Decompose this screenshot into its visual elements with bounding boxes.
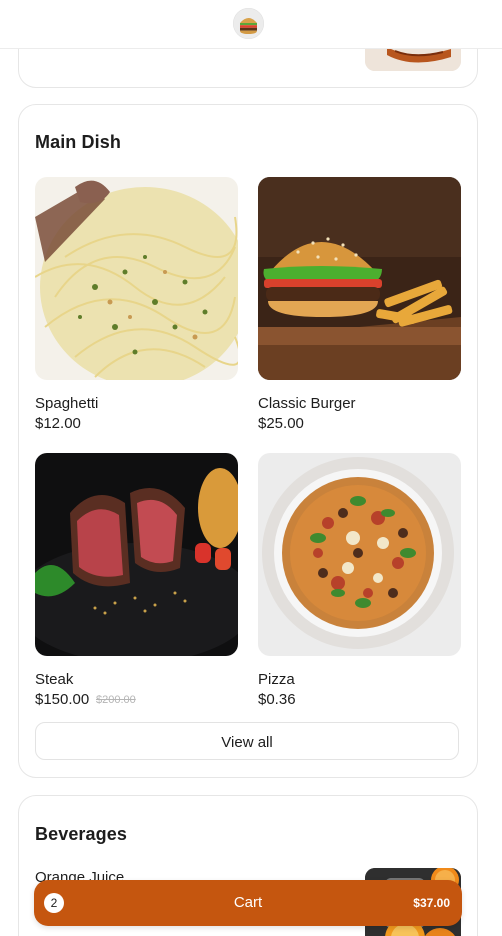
main-dish-section: Main Dish Spaghetti $12.00 Classic Burge… — [18, 104, 478, 778]
product-price: $0.36 — [258, 691, 296, 708]
section-title-beverages: Beverages — [35, 824, 127, 844]
pizza-photo[interactable] — [258, 453, 461, 656]
product-card-pizza[interactable]: Pizza $0.36 — [258, 453, 461, 708]
cart-total: $37.00 — [413, 896, 450, 910]
product-card-spaghetti[interactable]: Spaghetti $12.00 — [35, 177, 238, 432]
product-card-classic-burger[interactable]: Classic Burger $25.00 — [258, 177, 461, 432]
burger-logo-icon[interactable] — [233, 8, 264, 39]
product-name: Steak — [35, 671, 74, 688]
steak-photo[interactable] — [35, 453, 238, 656]
product-card-steak[interactable]: Steak $150.00 $200.00 — [35, 453, 238, 708]
app-root: Main Dish Spaghetti $12.00 Classic Burge… — [0, 0, 502, 936]
product-old-price: $200.00 — [96, 694, 136, 706]
product-price: $12.00 — [35, 415, 81, 432]
cart-bar-button[interactable]: 2 Cart $37.00 — [34, 880, 462, 926]
view-all-button[interactable]: View all — [35, 722, 459, 760]
top-header — [0, 0, 502, 49]
product-name: Spaghetti — [35, 395, 99, 412]
burger-photo[interactable] — [258, 177, 461, 380]
spaghetti-photo[interactable] — [35, 177, 238, 380]
product-price: $25.00 — [258, 415, 304, 432]
product-name: Classic Burger — [258, 395, 356, 412]
product-name: Pizza — [258, 671, 295, 688]
cart-label: Cart — [233, 894, 263, 911]
section-title-main-dish: Main Dish — [35, 132, 121, 152]
product-price: $150.00 — [35, 691, 90, 708]
